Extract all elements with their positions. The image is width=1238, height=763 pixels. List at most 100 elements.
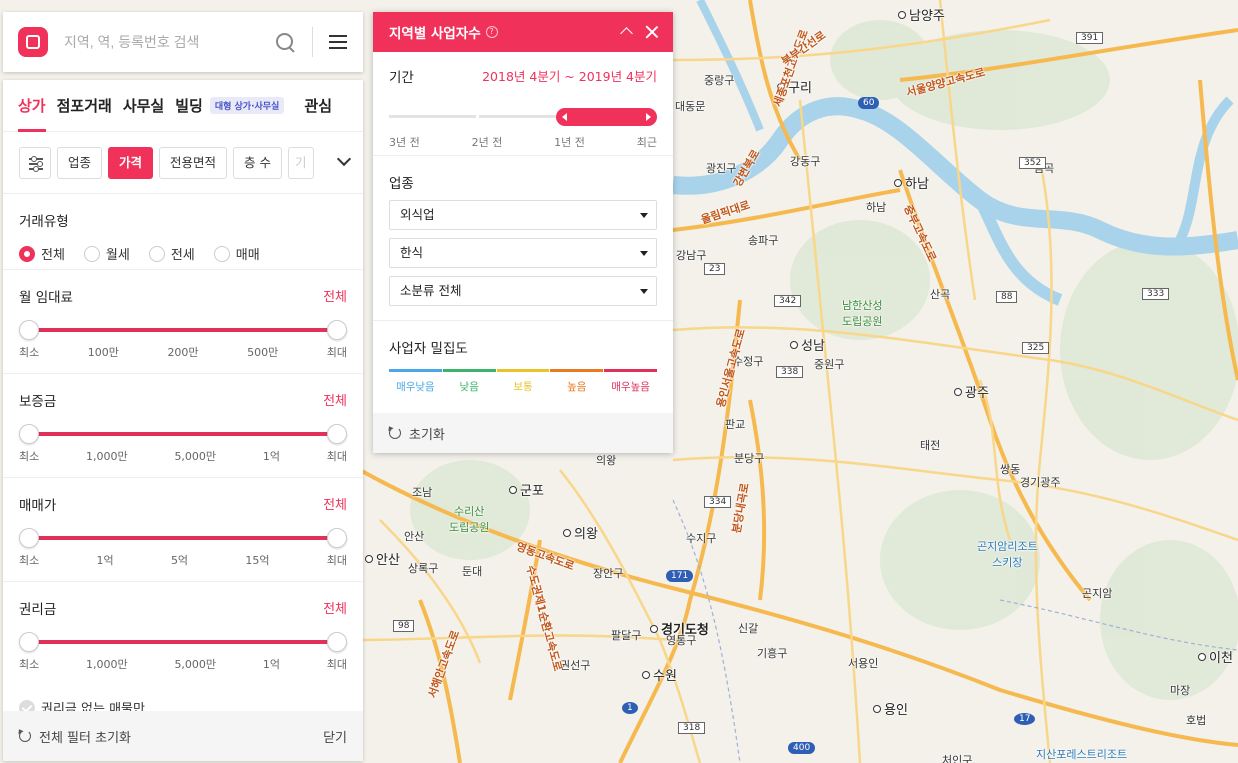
map-place-label: 태전 (920, 439, 941, 452)
range-value: 전체 (323, 602, 347, 617)
radio-sale[interactable]: 매매 (213, 244, 260, 263)
slider-max-handle[interactable] (327, 528, 347, 548)
radio-all[interactable]: 전체 (19, 244, 65, 263)
map-place-label: 판교 (725, 418, 746, 431)
route-shield: 60 (858, 97, 880, 109)
minor-category-select[interactable]: 소분류 전체 (389, 276, 657, 306)
divider (312, 27, 313, 57)
slider-max-handle[interactable] (327, 424, 347, 444)
route-shield: 333 (1142, 288, 1170, 300)
route-shield: 98 (393, 620, 415, 632)
chip-area[interactable]: 전용면적 (159, 146, 228, 179)
help-icon[interactable]: ? (485, 26, 498, 38)
deal-type-section: 거래유형 전체 월세 전세 매매 (3, 194, 363, 270)
route-shield: 400 (788, 742, 816, 754)
section-title: 사업자 밀집도 (389, 341, 468, 357)
legend-item: 매우낮음 (389, 369, 442, 394)
section-title: 월 임대료 (19, 290, 73, 306)
range-value: 전체 (323, 498, 347, 513)
premium-slider[interactable] (19, 632, 347, 652)
filter-settings-icon[interactable] (19, 146, 51, 179)
reset-all-button[interactable]: 전체 필터 초기화 (19, 727, 131, 746)
slider-min-handle[interactable] (19, 424, 39, 444)
section-title: 거래유형 (19, 214, 69, 230)
caret-down-icon (640, 213, 648, 218)
tab-store[interactable]: 상가 (18, 80, 46, 132)
period-slider[interactable] (389, 108, 657, 126)
category-select[interactable]: 외식업 (389, 200, 657, 230)
route-shield: 88 (996, 291, 1018, 303)
tick-label: 1,000만 (86, 658, 128, 671)
map-place-label: 산곡 (930, 288, 951, 301)
chip-more[interactable]: 기 (288, 146, 315, 179)
chevron-up-icon[interactable] (620, 27, 633, 40)
tick-label: 1년 전 (554, 136, 585, 149)
tick-label: 1억 (96, 554, 114, 567)
map-place-label: 경기광주 (1020, 476, 1061, 489)
tick-label: 최소 (19, 450, 40, 463)
tab-store-deal[interactable]: 점포거래 (57, 80, 112, 132)
map-city-label: 남양주 (898, 5, 945, 24)
search-input[interactable] (64, 34, 264, 50)
route-shield: 334 (704, 496, 732, 508)
tick-label: 1억 (262, 450, 280, 463)
chip-floor[interactable]: 층 수 (233, 146, 283, 179)
monthly-rent-slider[interactable] (19, 320, 347, 340)
radio-label: 월세 (105, 248, 130, 263)
map-district-label: 장안구 (593, 567, 624, 580)
panel-header: 지역별 사업자수 ? (373, 12, 673, 52)
close-button[interactable]: 닫기 (323, 727, 347, 746)
period-range-handle[interactable] (556, 108, 657, 126)
tick-label: 최소 (19, 658, 40, 671)
subcategory-select[interactable]: 한식 (389, 238, 657, 268)
range-value: 전체 (323, 394, 347, 409)
slider-min-handle[interactable] (19, 320, 39, 340)
tick-label: 5,000만 (174, 658, 217, 671)
slider-min-handle[interactable] (19, 632, 39, 652)
sale-price-slider[interactable] (19, 528, 347, 548)
chip-price[interactable]: 가격 (108, 146, 154, 179)
map-place-label: 신갈 (738, 622, 759, 635)
map-district-label: 분당구 (734, 452, 765, 465)
search-bar (3, 12, 363, 72)
chip-business-type[interactable]: 업종 (57, 146, 103, 179)
deposit-slider[interactable] (19, 424, 347, 444)
map-park-label: 남한산성 도립공원 (842, 299, 883, 328)
map-place-label: 대동문 (675, 100, 706, 113)
slider-min-handle[interactable] (19, 528, 39, 548)
tab-office[interactable]: 사무실 (123, 80, 164, 132)
slider-max-handle[interactable] (327, 632, 347, 652)
tick-label: 최근 (636, 136, 657, 149)
chevron-down-icon[interactable] (336, 151, 352, 167)
radio-jeonse[interactable]: 전세 (148, 244, 195, 263)
radio-label: 전체 (41, 248, 65, 263)
close-icon[interactable] (645, 25, 659, 39)
section-title: 권리금 (19, 602, 57, 618)
tab-favorites[interactable]: 관심 (304, 80, 332, 132)
search-icon[interactable] (274, 31, 296, 53)
tick-label: 200만 (167, 346, 199, 359)
map-city-label: 의왕 (563, 523, 598, 542)
category-tabs: 상가 점포거래 사무실 빌딩 대형 상가·사무실 관심 (3, 80, 363, 132)
section-title: 보증금 (19, 394, 57, 410)
map-district-label: 중랑구 (704, 74, 735, 87)
map-district-label: 중원구 (814, 358, 845, 371)
map-place-label: 의왕 (596, 454, 617, 467)
map-district-label: 강동구 (790, 155, 821, 168)
regional-business-panel: 지역별 사업자수 ? 기간 2018년 4분기 ~ 2019년 4분기 3년 전 2… (373, 12, 673, 453)
slider-max-handle[interactable] (327, 320, 347, 340)
map-place-label: 쌍동 (1000, 463, 1021, 476)
tick-label: 최대 (326, 450, 347, 463)
tick-label: 최대 (326, 346, 347, 359)
density-legend: 매우낮음 낮음 보통 높음 매우높음 (389, 369, 657, 394)
radio-monthly[interactable]: 월세 (83, 244, 130, 263)
section-title: 매매가 (19, 498, 57, 514)
tick-label: 5,000만 (174, 450, 217, 463)
tab-badge: 대형 상가·사무실 (209, 97, 285, 114)
app-logo[interactable] (18, 27, 48, 57)
tab-building[interactable]: 빌딩 (175, 80, 203, 132)
route-shield: 338 (776, 366, 804, 378)
reset-button[interactable]: 초기화 (389, 424, 445, 443)
menu-icon[interactable] (329, 35, 347, 49)
map-place-label: 마장 (1170, 684, 1191, 697)
